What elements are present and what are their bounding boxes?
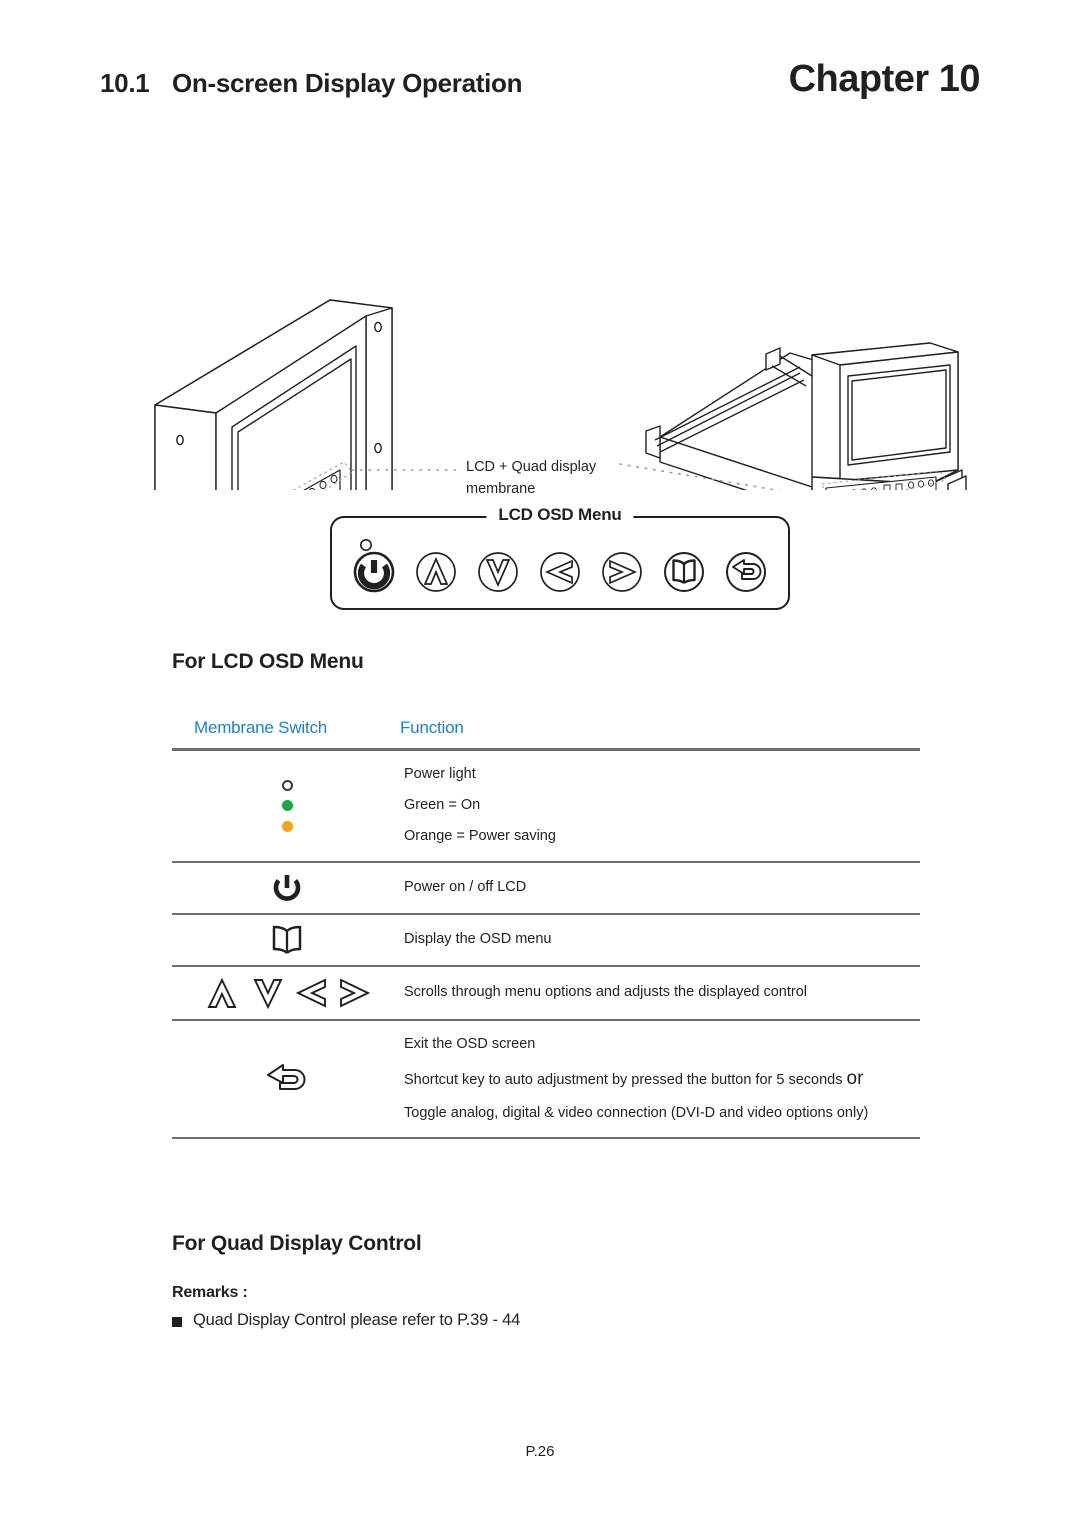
function-text: Exit the OSD screen [404, 1035, 536, 1052]
lcd-osd-menu-panel: LCD OSD Menu [330, 505, 790, 610]
arrow-up-icon [207, 977, 237, 1008]
return-exit-icon [726, 552, 766, 592]
remarks-block: Remarks : Quad Display Control please re… [172, 1284, 912, 1330]
arrow-right-icon [602, 552, 642, 592]
osd-panel-legend: LCD OSD Menu [486, 505, 634, 525]
page-footer: P.26 [0, 1443, 1080, 1460]
column-header-function: Function [400, 718, 464, 737]
lcd-panel-isometric [154, 299, 393, 490]
power-button-icon [273, 874, 301, 901]
chapter-label: Chapter 10 [788, 58, 981, 100]
table-row: Power on / off LCD [172, 863, 920, 913]
cell-membrane-switch [172, 768, 402, 844]
table-row: Display the OSD menu [172, 915, 920, 965]
function-text: Toggle analog, digital & video connectio… [404, 1105, 869, 1122]
cell-function: Exit the OSD screen Shortcut key to auto… [402, 1021, 920, 1138]
column-header-membrane-switch: Membrane Switch [194, 718, 328, 737]
cell-membrane-switch [172, 967, 402, 1019]
cell-membrane-switch [172, 863, 402, 913]
product-illustration: LCD + Quad display membrane [0, 140, 1080, 497]
callout-line-2: membrane [466, 481, 536, 498]
osd-menu-slot[interactable] [658, 536, 710, 598]
power-light-indicators [281, 774, 293, 838]
table-bottom-rule [172, 1137, 920, 1140]
function-text: Green = On [404, 797, 481, 814]
osd-power-slot[interactable] [348, 536, 400, 598]
table-row: Scrolls through menu options and adjusts… [172, 967, 920, 1019]
cell-membrane-switch [172, 1053, 402, 1105]
table-row: Power light Green = On Orange = Power sa… [172, 751, 920, 861]
arrow-down-icon [478, 552, 518, 592]
page-number: P.26 [525, 1443, 555, 1460]
remarks-title: Remarks : [172, 1284, 248, 1301]
function-text: Display the OSD menu [404, 930, 552, 947]
table-header-row: Membrane Switch Function [172, 718, 920, 748]
arrow-left-icon [540, 552, 580, 592]
cell-function: Display the OSD menu [402, 922, 920, 957]
osd-right-slot[interactable] [596, 536, 648, 598]
osd-down-slot[interactable] [472, 536, 524, 598]
osd-exit-slot[interactable] [720, 536, 772, 598]
led-off-indicator [281, 779, 293, 791]
osd-function-table: Membrane Switch Function Power light Gre… [172, 718, 920, 1140]
cell-function: Scrolls through menu options and adjusts… [402, 975, 920, 1010]
section-title-lcd-osd: For LCD OSD Menu [172, 650, 364, 673]
callout-line-1: LCD + Quad display [466, 459, 597, 475]
osd-left-slot[interactable] [534, 536, 586, 598]
function-text: Power light [404, 766, 476, 782]
table-row: Exit the OSD screen Shortcut key to auto… [172, 1021, 920, 1138]
book-menu-icon [272, 925, 302, 954]
cell-membrane-switch [172, 917, 402, 963]
function-text: Power on / off LCD [404, 878, 527, 895]
shortcut-text: Shortcut key to auto adjustment by press… [404, 1071, 847, 1088]
led-green-indicator [281, 800, 293, 812]
page-header: 10.1 On-screen Display Operation Chapter… [100, 58, 981, 114]
page-title: On-screen Display Operation [172, 68, 523, 98]
function-text-shortcut: Shortcut key to auto adjustment by press… [404, 1064, 920, 1094]
function-text: Scrolls through menu options and adjusts… [404, 983, 808, 1000]
shortcut-or-text: or [846, 1067, 864, 1089]
arrow-down-icon [253, 978, 283, 1009]
cell-function: Power on / off LCD [402, 870, 920, 905]
callout-label: LCD + Quad display membrane [466, 456, 636, 501]
led-orange-indicator [281, 820, 293, 832]
power-button-icon [353, 539, 395, 593]
osd-up-slot[interactable] [410, 536, 462, 598]
section-title-quad-display: For Quad Display Control [172, 1232, 422, 1255]
section-number: 10.1 [100, 68, 150, 98]
osd-icon-row [348, 532, 772, 602]
function-text: Orange = Power saving [404, 828, 556, 845]
arrow-right-icon [340, 978, 371, 1008]
square-bullet-icon [172, 1317, 182, 1327]
return-exit-icon [267, 1063, 306, 1090]
book-menu-icon [664, 552, 704, 592]
navigation-arrows [202, 973, 372, 1013]
list-item: Quad Display Control please refer to P.3… [172, 1311, 912, 1330]
cell-function: Power light Green = On Orange = Power sa… [402, 751, 920, 861]
arrow-up-icon [416, 552, 456, 592]
arrow-left-icon [295, 978, 326, 1008]
rackmount-kvm-drawer-isometric [645, 342, 967, 490]
remark-text: Quad Display Control please refer to P.3… [193, 1311, 521, 1329]
